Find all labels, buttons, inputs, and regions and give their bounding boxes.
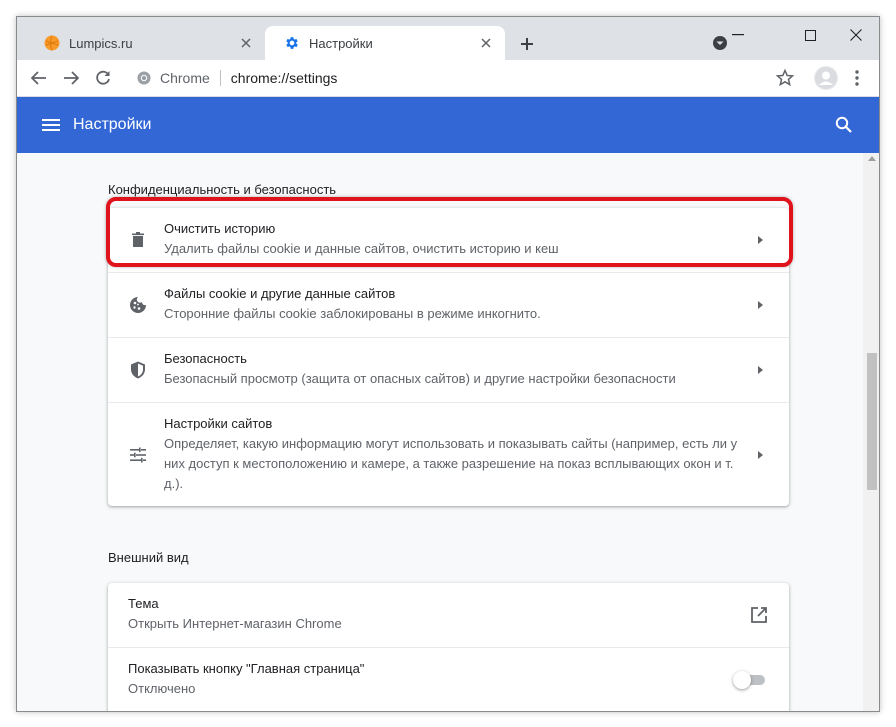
tab-strip: Lumpics.ru Настройки [17, 17, 879, 60]
appearance-section-title: Внешний вид [108, 550, 189, 565]
orange-ball-favicon [44, 35, 60, 51]
arrow-right-icon [758, 236, 763, 244]
site-settings-row[interactable]: Настройки сайтов Определяет, какую инфор… [108, 402, 789, 506]
row-sublabel: Удалить файлы cookie и данные сайтов, оч… [164, 241, 559, 256]
close-window-icon[interactable] [841, 23, 871, 47]
omnibox[interactable]: Chrome chrome://settings [127, 64, 807, 92]
arrow-right-icon [758, 366, 763, 374]
row-label: Показывать кнопку "Главная страница" [128, 661, 365, 676]
row-sublabel: Открыть Интернет-магазин Chrome [128, 616, 342, 631]
minimize-icon[interactable] [723, 23, 753, 47]
new-tab-plus-icon[interactable] [515, 32, 539, 56]
tab-title: Настройки [309, 35, 373, 51]
search-icon[interactable] [834, 115, 854, 135]
forward-arrow-icon[interactable] [59, 66, 83, 90]
theme-row[interactable]: Тема Открыть Интернет-магазин Chrome [108, 583, 789, 647]
privacy-section-title: Конфиденциальность и безопасность [108, 182, 337, 197]
settings-content: Конфиденциальность и безопасность Очисти… [17, 153, 863, 711]
gear-icon [286, 37, 298, 49]
tab-lumpics[interactable]: Lumpics.ru [25, 26, 265, 60]
close-tab-icon[interactable] [477, 34, 495, 52]
arrow-right-icon [758, 451, 763, 459]
row-label: Файлы cookie и другие данные сайтов [164, 286, 396, 301]
row-label: Безопасность [164, 351, 247, 366]
menu-kebab-icon[interactable] [849, 68, 865, 88]
cookies-row[interactable]: Файлы cookie и другие данные сайтов Стор… [108, 272, 789, 337]
row-sublabel: Безопасный просмотр (защита от опасных с… [164, 371, 676, 386]
tune-icon [130, 447, 146, 463]
browser-toolbar: Chrome chrome://settings [17, 60, 879, 97]
appearance-card: Тема Открыть Интернет-магазин Chrome Пок… [108, 583, 789, 711]
home-button-toggle[interactable] [733, 671, 767, 689]
row-sublabel: Сторонние файлы cookie заблокированы в р… [164, 306, 541, 321]
omnibox-chip: Chrome [160, 70, 210, 86]
clear-history-row[interactable]: Очистить историю Удалить файлы cookie и … [108, 208, 789, 272]
back-arrow-icon[interactable] [27, 66, 51, 90]
row-label: Очистить историю [164, 221, 276, 236]
cookie-icon [130, 297, 146, 313]
home-button-row[interactable]: Показывать кнопку "Главная страница" Отк… [108, 647, 789, 711]
maximize-icon[interactable] [795, 23, 825, 47]
privacy-card: Очистить историю Удалить файлы cookie и … [108, 208, 789, 506]
omnibox-separator [219, 70, 221, 86]
chrome-logo-icon [137, 71, 151, 85]
reload-icon[interactable] [91, 66, 115, 90]
row-label: Настройки сайтов [164, 416, 273, 431]
hamburger-menu-icon[interactable] [41, 115, 61, 135]
arrow-right-icon [758, 301, 763, 309]
shield-icon [131, 361, 145, 379]
scrollbar-thumb[interactable] [867, 353, 877, 490]
scrollbar[interactable] [863, 153, 879, 711]
profile-avatar-icon[interactable] [814, 66, 838, 90]
browser-window: Lumpics.ru Настройки Chrome chrome://set… [16, 16, 880, 712]
row-sublabel: Определяет, какую информацию могут испол… [164, 436, 738, 491]
settings-header: Настройки [17, 97, 879, 153]
omnibox-url[interactable]: chrome://settings [231, 70, 338, 86]
tab-title: Lumpics.ru [69, 35, 133, 51]
row-sublabel: Отключено [128, 681, 196, 696]
bookmark-star-icon[interactable] [775, 68, 795, 88]
scroll-up-arrow-icon[interactable] [868, 156, 876, 161]
security-row[interactable]: Безопасность Безопасный просмотр (защита… [108, 337, 789, 402]
tab-settings[interactable]: Настройки [265, 26, 505, 60]
page-title: Настройки [73, 116, 152, 133]
close-tab-icon[interactable] [237, 34, 255, 52]
row-label: Тема [128, 596, 159, 611]
trash-icon [132, 232, 144, 247]
open-external-icon[interactable] [749, 605, 769, 625]
